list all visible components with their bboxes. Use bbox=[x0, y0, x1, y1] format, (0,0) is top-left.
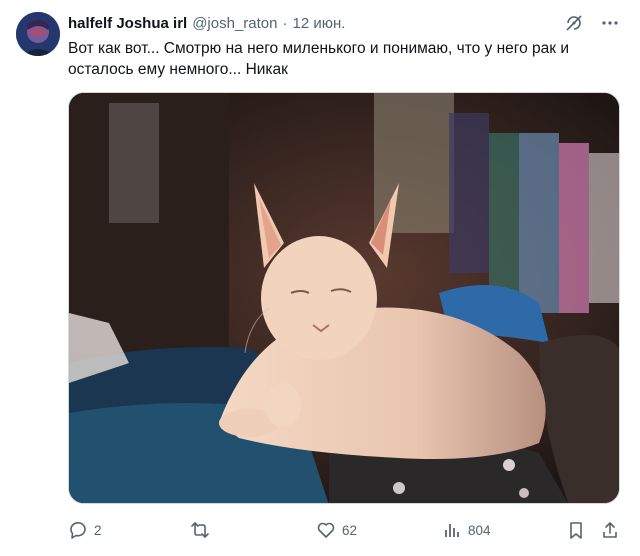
view-count: 804 bbox=[468, 522, 491, 538]
author-name[interactable]: halfelf Joshua irl bbox=[68, 15, 187, 32]
reply-button[interactable]: 2 bbox=[68, 520, 102, 540]
tweet-header: halfelf Joshua irl @josh_raton · 12 июн. bbox=[68, 13, 620, 33]
separator-dot: · bbox=[282, 14, 288, 32]
reply-icon bbox=[70, 521, 86, 539]
post-date[interactable]: 12 июн. bbox=[292, 15, 345, 32]
more-options-icon[interactable] bbox=[600, 13, 620, 33]
views-button[interactable]: 804 bbox=[442, 520, 491, 540]
like-button[interactable]: 62 bbox=[316, 520, 357, 540]
tweet-photo[interactable] bbox=[68, 92, 620, 504]
grok-icon[interactable] bbox=[564, 13, 584, 33]
views-chart-icon bbox=[445, 524, 459, 537]
retweet-button[interactable] bbox=[190, 520, 216, 540]
bookmark-button[interactable] bbox=[566, 520, 586, 540]
like-count: 62 bbox=[342, 522, 358, 538]
share-button[interactable] bbox=[600, 520, 620, 540]
reply-count: 2 bbox=[94, 522, 102, 538]
retweet-icon bbox=[191, 522, 209, 538]
avatar[interactable] bbox=[16, 12, 60, 56]
heart-icon bbox=[317, 522, 335, 538]
author-handle[interactable]: @josh_raton bbox=[192, 15, 277, 32]
bookmark-icon bbox=[570, 522, 582, 539]
action-bar: 2 62 804 bbox=[68, 516, 620, 544]
share-icon bbox=[603, 522, 617, 538]
tweet-text: Вот как вот... Смотрю на него миленького… bbox=[68, 40, 570, 78]
